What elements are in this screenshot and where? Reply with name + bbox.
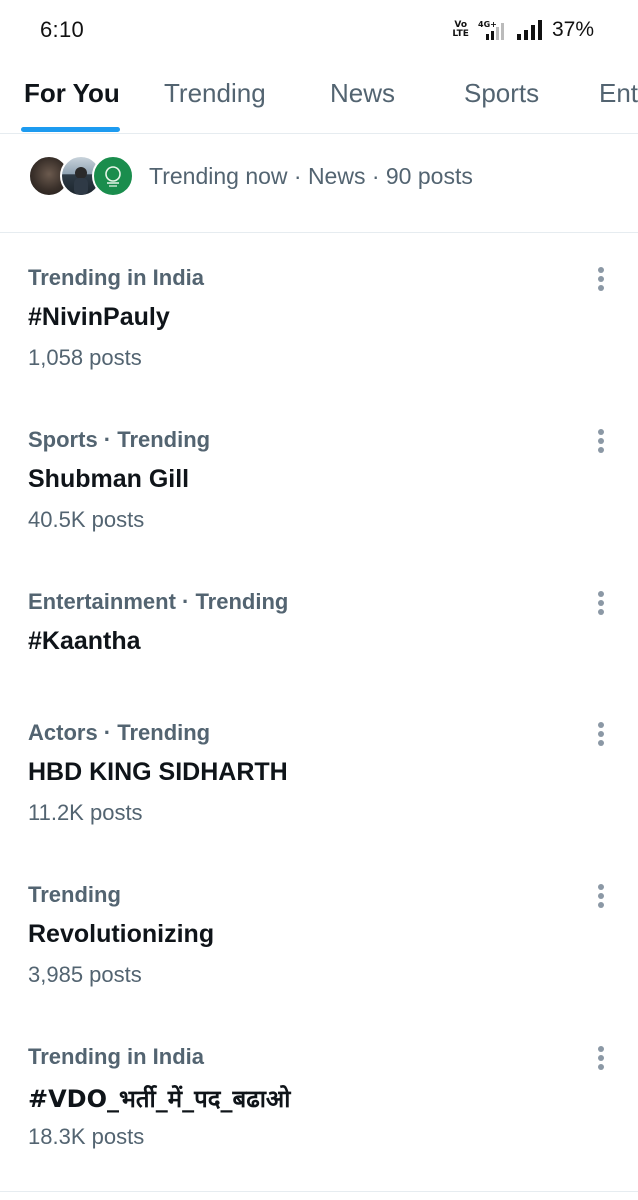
trend-item[interactable]: Sports · Trending Shubman Gill 40.5K pos…	[0, 427, 638, 577]
status-time: 6:10	[40, 17, 85, 42]
trending-now-banner[interactable]: Trending now · News · 90 posts	[0, 135, 638, 233]
trend-item[interactable]: Entertainment · Trending #Kaantha	[0, 589, 638, 739]
active-tab-indicator	[21, 127, 120, 132]
more-options-icon[interactable]	[592, 882, 610, 910]
explore-tabs: For You Trending News Sports Ent	[0, 62, 638, 134]
trend-title: #NivinPauly	[28, 303, 170, 331]
tab-entertainment[interactable]: Ent	[599, 78, 638, 109]
battery-percentage: 37%	[551, 18, 594, 41]
tab-news[interactable]: News	[330, 78, 395, 109]
network-4g-icon: 4G+	[478, 19, 508, 41]
trend-item[interactable]: Trending in India #VDO_भर्ती_में_पद_बढाओ…	[0, 1044, 638, 1194]
trend-context: Trending in India	[28, 1044, 204, 1069]
more-options-icon[interactable]	[592, 1044, 610, 1072]
trend-post-count: 1,058 posts	[28, 345, 142, 370]
trend-title: #VDO_भर्ती_में_पद_बढाओ	[28, 1085, 291, 1113]
tab-trending[interactable]: Trending	[164, 78, 266, 109]
trend-title: #Kaantha	[28, 627, 141, 655]
signal-icon	[516, 20, 543, 40]
trend-context: Trending	[28, 882, 121, 907]
tab-for-you[interactable]: For You	[24, 78, 120, 109]
trending-now-text: Trending now · News · 90 posts	[149, 163, 473, 189]
trend-context: Actors · Trending	[28, 720, 211, 745]
status-bar: 6:10 Vo LTE 4G+ 37%	[0, 0, 638, 62]
status-icons: Vo LTE 4G+ 37%	[452, 17, 594, 43]
divider	[0, 1191, 638, 1192]
trend-post-count: 18.3K posts	[28, 1124, 145, 1149]
trend-title: Revolutionizing	[28, 920, 215, 948]
tab-sports[interactable]: Sports	[464, 78, 539, 109]
svg-text:4G+: 4G+	[478, 20, 497, 29]
trend-item[interactable]: Trending Revolutionizing 3,985 posts	[0, 882, 638, 1032]
volte-icon: Vo LTE	[452, 20, 469, 39]
more-options-icon[interactable]	[592, 720, 610, 748]
trend-item[interactable]: Trending in India #NivinPauly 1,058 post…	[0, 265, 638, 415]
trend-context: Trending in India	[28, 265, 204, 290]
trend-item[interactable]: Actors · Trending HBD KING SIDHARTH 11.2…	[0, 720, 638, 870]
trend-context: Entertainment · Trending	[28, 589, 289, 614]
trend-post-count: 11.2K posts	[28, 800, 143, 825]
trending-now-avatars	[28, 155, 138, 197]
avatar	[92, 155, 134, 197]
trend-title: Shubman Gill	[28, 465, 190, 493]
more-options-icon[interactable]	[592, 427, 610, 455]
trend-post-count: 40.5K posts	[28, 507, 145, 532]
trend-context: Sports · Trending	[28, 427, 211, 452]
more-options-icon[interactable]	[592, 589, 610, 617]
more-options-icon[interactable]	[592, 265, 610, 293]
trend-post-count: 3,985 posts	[28, 962, 142, 987]
trend-title: HBD KING SIDHARTH	[28, 758, 288, 786]
